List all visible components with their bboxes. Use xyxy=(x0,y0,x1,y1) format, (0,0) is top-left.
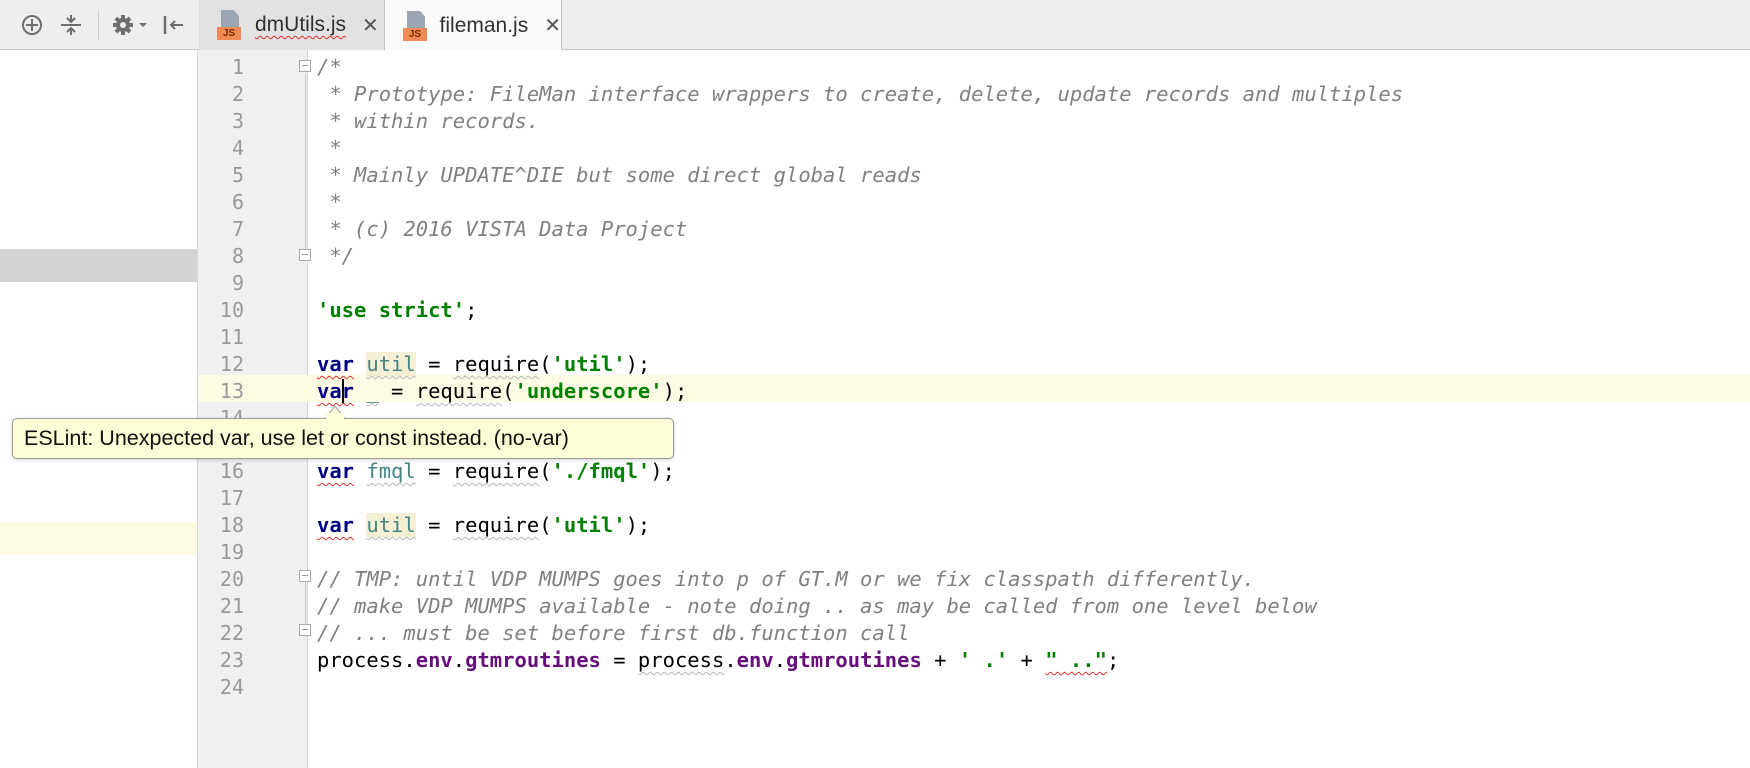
hide-panel-icon[interactable] xyxy=(160,9,188,41)
code-line-22[interactable]: // ... must be set before first db.funct… xyxy=(317,620,909,647)
project-panel[interactable] xyxy=(0,50,198,768)
toolbar-separator xyxy=(98,10,99,40)
panel-selected-row[interactable] xyxy=(0,249,197,282)
identifier: util xyxy=(366,352,416,376)
close-icon[interactable]: ✕ xyxy=(362,13,379,38)
identifier: fmql xyxy=(366,459,416,483)
crosshair-icon[interactable] xyxy=(20,9,44,41)
code-line-3[interactable]: * within records. xyxy=(317,108,539,135)
line-number: 3 xyxy=(231,109,244,133)
tab-label: dmUtils.js xyxy=(255,13,347,36)
code-line-5[interactable]: * Mainly UPDATE^DIE but some direct glob… xyxy=(317,162,921,189)
fold-marker-icon[interactable] xyxy=(299,249,311,261)
keyword: var xyxy=(317,513,355,537)
tab-dmutils[interactable]: JS dmUtils.js ✕ xyxy=(199,0,385,50)
line-number: 1 xyxy=(231,55,244,79)
line-number: 10 xyxy=(219,298,244,322)
line-number: 4 xyxy=(231,136,244,160)
line-number: 18 xyxy=(219,513,244,537)
line-number: 12 xyxy=(219,352,244,376)
line-number: 21 xyxy=(219,594,244,618)
line-number: 2 xyxy=(231,82,244,106)
code-line-8[interactable]: */ xyxy=(317,243,354,270)
js-file-icon: JS xyxy=(403,10,430,41)
line-number: 23 xyxy=(219,648,244,672)
line-number: 20 xyxy=(219,567,244,591)
line-number: 17 xyxy=(219,486,244,510)
line-number: 16 xyxy=(219,459,244,483)
line-number: 5 xyxy=(231,163,244,187)
fold-marker-icon[interactable] xyxy=(299,570,311,582)
code-line-12[interactable]: var util = require('util'); xyxy=(317,351,650,378)
code-line-4[interactable]: * xyxy=(317,135,341,162)
tab-fileman[interactable]: JS fileman.js ✕ xyxy=(384,0,562,51)
close-icon[interactable]: ✕ xyxy=(544,13,561,38)
fold-guide xyxy=(305,73,306,255)
keyword: var xyxy=(317,459,355,483)
code-line-6[interactable]: * xyxy=(317,189,341,216)
line-number: 8 xyxy=(231,244,244,268)
code-line-13[interactable]: var _ = require('underscore'); xyxy=(317,378,687,405)
code-line-10[interactable]: 'use strict'; xyxy=(317,297,477,324)
code-line-2[interactable]: * Prototype: FileMan interface wrappers … xyxy=(317,81,1403,108)
collapse-icon[interactable] xyxy=(58,9,84,41)
line-number: 11 xyxy=(219,325,244,349)
identifier: util xyxy=(366,513,416,537)
code-line-1[interactable]: /* xyxy=(317,54,342,81)
code-line-7[interactable]: * (c) 2016 VISTA Data Project xyxy=(317,216,687,243)
tooltip-arrow-cover xyxy=(326,413,344,421)
line-number: 6 xyxy=(231,190,244,214)
code-line-18[interactable]: var util = require('util'); xyxy=(317,512,650,539)
code-line-16[interactable]: var fmql = require('./fmql'); xyxy=(317,458,675,485)
editor-tab-bar: JS dmUtils.js ✕ JS fileman.js ✕ xyxy=(0,0,1750,51)
js-file-icon: JS xyxy=(217,10,245,40)
keyword: var xyxy=(317,352,355,376)
fold-marker-icon[interactable] xyxy=(299,60,311,72)
code-line-23[interactable]: process.env.gtmroutines = process.env.gt… xyxy=(317,647,1119,674)
tab-label: fileman.js xyxy=(439,13,529,37)
line-number: 9 xyxy=(231,271,244,295)
eslint-tooltip: ESLint: Unexpected var, use let or const… xyxy=(12,418,674,459)
code-line-20[interactable]: // TMP: until VDP MUMPS goes into p of G… xyxy=(317,566,1255,593)
line-number: 22 xyxy=(219,621,244,645)
line-number: 7 xyxy=(231,217,244,241)
line-number: 13 xyxy=(219,379,244,403)
identifier: _ xyxy=(366,379,379,403)
fold-marker-icon[interactable] xyxy=(299,624,311,636)
line-number: 24 xyxy=(219,675,244,699)
code-line-21[interactable]: // make VDP MUMPS available - note doing… xyxy=(317,593,1317,620)
keyword: var xyxy=(317,379,355,403)
text-caret xyxy=(342,379,344,403)
gear-icon[interactable] xyxy=(110,9,150,41)
line-number: 19 xyxy=(219,540,244,564)
string-literal: 'use strict' xyxy=(317,298,466,322)
panel-highlight-row xyxy=(0,522,197,555)
